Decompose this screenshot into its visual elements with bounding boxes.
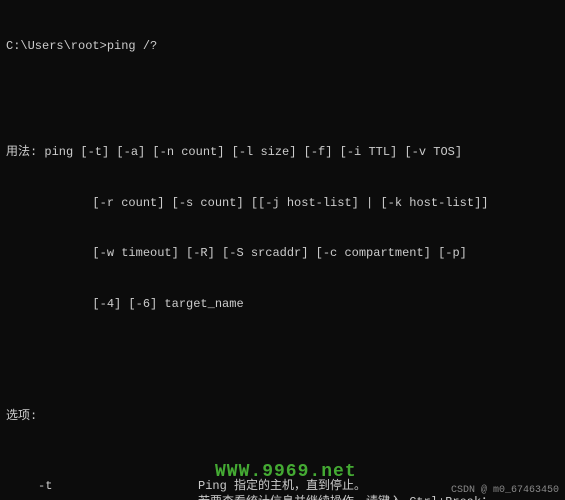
watermark-main: WWW.9969.net [215, 460, 357, 485]
option-flag: -t [6, 478, 198, 495]
usage-block: 用法: ping [-t] [-a] [-n count] [-l size] … [6, 111, 559, 346]
option-flag [6, 494, 198, 500]
usage-line: [-4] [-6] target_name [6, 296, 559, 313]
options-header: 选项: [6, 408, 559, 425]
usage-line: [-w timeout] [-R] [-S srcaddr] [-c compa… [6, 245, 559, 262]
terminal-window[interactable]: C:\Users\root>ping /? 用法: ping [-t] [-a]… [0, 0, 565, 500]
watermark-credit: CSDN @ m0_67463450 [451, 484, 559, 498]
usage-line: [-r count] [-s count] [[-j host-list] | … [6, 195, 559, 212]
usage-line: 用法: ping [-t] [-a] [-n count] [-l size] … [6, 144, 559, 161]
command-prompt-line: C:\Users\root>ping /? [6, 38, 559, 55]
